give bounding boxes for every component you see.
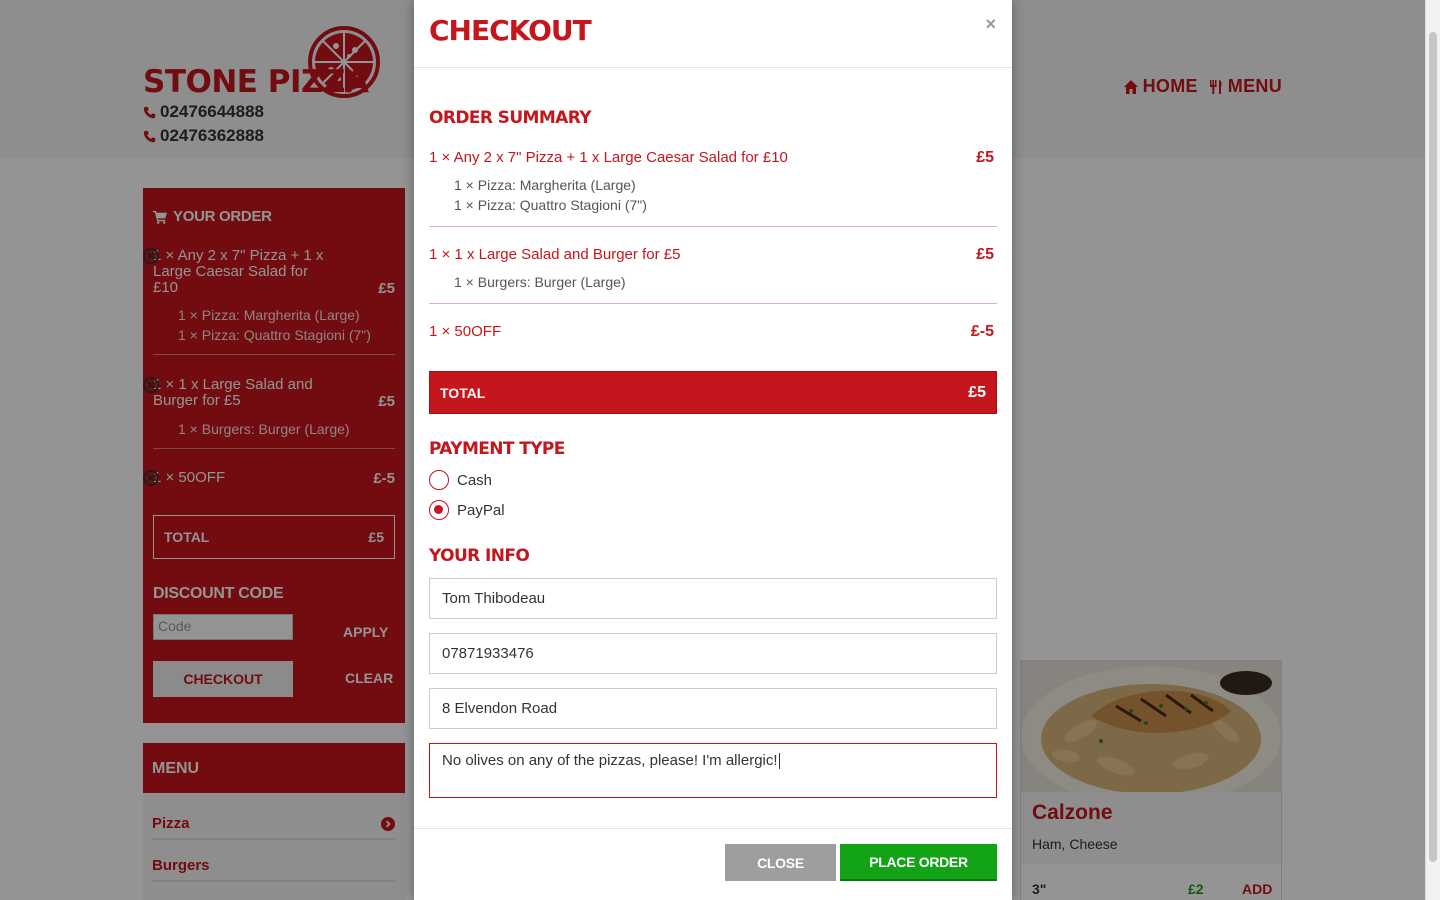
summary-item: 1 × 1 x Large Salad and Burger for £5 £5… [429,246,997,292]
address-field[interactable]: 8 Elvendon Road [429,688,997,729]
summary-item-price: £5 [976,149,994,166]
your-info-title: YOUR INFO [429,546,530,566]
order-summary-title: ORDER SUMMARY [429,108,592,128]
radio-cash[interactable] [429,470,449,490]
summary-item-name: 1 × 1 x Large Salad and Burger for £5 [429,246,681,263]
modal-footer: CLOSE PLACE ORDER [414,828,1012,900]
summary-item-price: £-5 [970,323,994,340]
divider [429,226,997,227]
close-icon[interactable]: × [985,14,996,35]
modal-title: CHECKOUT [429,14,592,47]
total-label: TOTAL [440,384,486,401]
divider [429,303,997,304]
total-value: £5 [968,383,986,401]
notes-text: No olives on any of the pizzas, please! … [442,752,778,769]
payment-option-label: PayPal [457,501,505,519]
place-order-button[interactable]: PLACE ORDER [840,844,997,881]
summary-item-price: £5 [976,246,994,263]
close-button[interactable]: CLOSE [725,844,836,881]
name-field[interactable]: Tom Thibodeau [429,578,997,619]
summary-item-sub: 1 × Burgers: Burger (Large) [454,274,626,290]
summary-item-sub: 1 × Pizza: Margherita (Large) [454,177,636,193]
notes-field[interactable]: No olives on any of the pizzas, please! … [429,743,997,798]
checkout-modal: CHECKOUT × ORDER SUMMARY 1 × Any 2 x 7" … [414,0,1012,900]
total-bar: TOTAL £5 [429,371,997,414]
phone-field[interactable]: 07871933476 [429,633,997,674]
summary-item-name: 1 × Any 2 x 7" Pizza + 1 x Large Caesar … [429,149,788,166]
payment-type-title: PAYMENT TYPE [429,439,565,459]
summary-item-sub: 1 × Pizza: Quattro Stagioni (7") [454,197,647,213]
summary-item: 1 × 50OFF £-5 [429,323,997,340]
payment-option-cash[interactable]: Cash [429,470,492,490]
modal-header: CHECKOUT × [414,0,1012,68]
payment-option-paypal[interactable]: PayPal [429,500,505,520]
page-scrollbar[interactable] [1425,0,1440,900]
summary-item-name: 1 × 50OFF [429,323,502,340]
radio-paypal[interactable] [429,500,449,520]
payment-option-label: Cash [457,471,493,489]
text-caret [778,753,780,770]
scrollbar-thumb[interactable] [1429,32,1437,862]
summary-item: 1 × Any 2 x 7" Pizza + 1 x Large Caesar … [429,149,997,215]
